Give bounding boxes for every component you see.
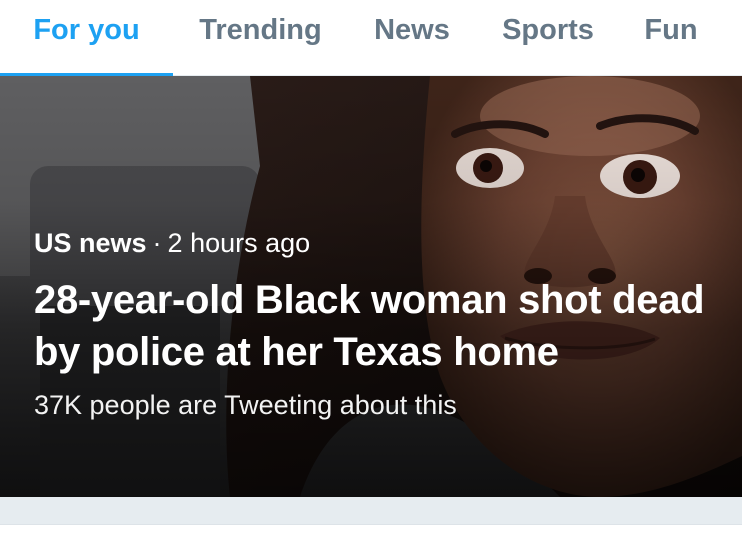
- tab-label: News: [374, 14, 450, 46]
- meta-separator: ·: [152, 228, 162, 258]
- tab-trending[interactable]: Trending: [178, 0, 343, 76]
- explore-tab-bar: For you Trending News Sports Fun: [0, 0, 742, 77]
- story-headline: 28-year-old Black woman shot dead by pol…: [34, 278, 705, 374]
- story-category: US news: [34, 228, 147, 258]
- tab-sports[interactable]: Sports: [480, 0, 616, 76]
- story-engagement: 37K people are Tweeting about this: [34, 390, 457, 420]
- story-timestamp: 2 hours ago: [167, 228, 311, 258]
- story-meta: US news · 2 hours ago: [34, 226, 714, 260]
- tab-label: Sports: [502, 14, 594, 46]
- tab-label: For you: [33, 14, 140, 46]
- tab-label: Fun: [644, 14, 698, 46]
- tab-fun[interactable]: Fun: [624, 0, 718, 76]
- story-text-block: US news · 2 hours ago 28-year-old Black wo…: [34, 226, 714, 422]
- featured-story-card[interactable]: US news · 2 hours ago 28-year-old Black wo…: [0, 76, 742, 497]
- section-divider: [0, 497, 742, 524]
- explore-screen: For you Trending News Sports Fun US news…: [0, 0, 742, 543]
- tab-label: Trending: [199, 14, 322, 46]
- tab-for-you[interactable]: For you: [0, 0, 173, 77]
- tab-news[interactable]: News: [352, 0, 472, 76]
- next-card-edge: [0, 524, 742, 543]
